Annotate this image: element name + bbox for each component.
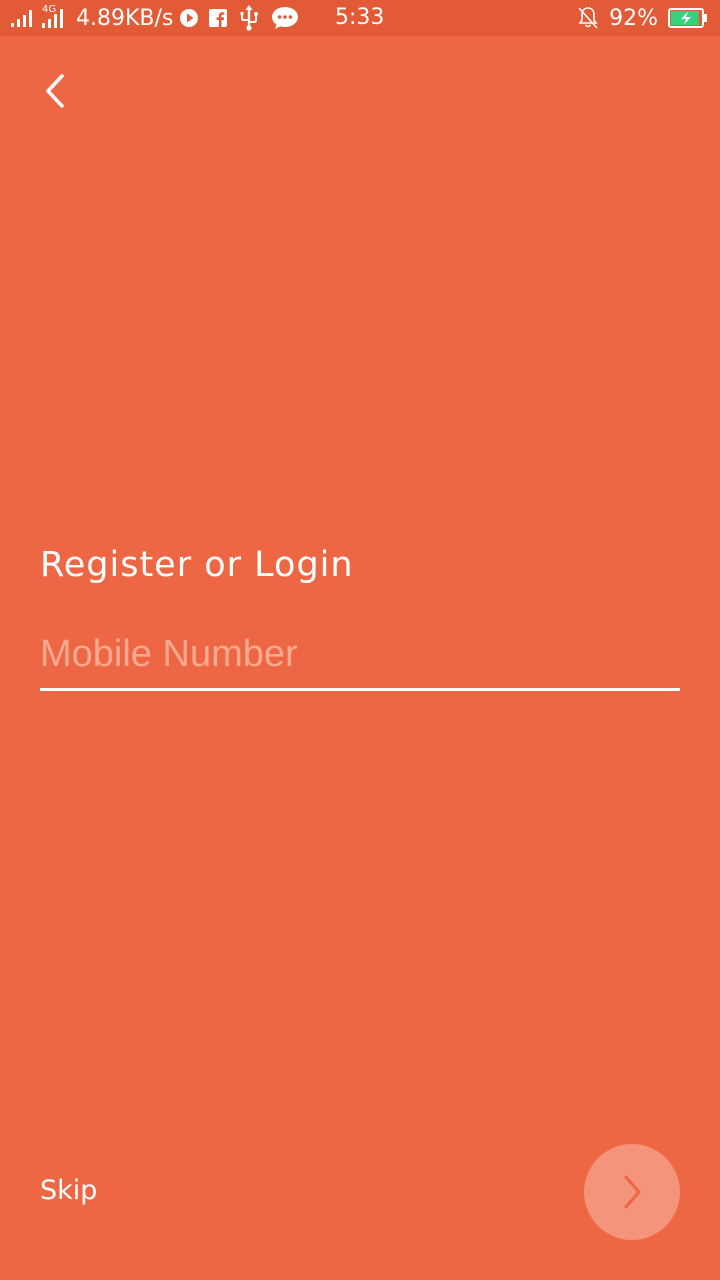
play-icon xyxy=(179,8,199,28)
usb-icon xyxy=(239,5,259,31)
status-bar: 4G 4.89KB/s 5:33 92% xyxy=(0,0,720,36)
facebook-icon xyxy=(209,9,228,27)
bell-off-icon xyxy=(577,6,599,30)
chevron-right-icon xyxy=(621,1174,643,1210)
chat-bubble-icon xyxy=(271,6,299,30)
4g-signal-icon: 4G xyxy=(40,4,70,30)
status-time: 5:33 xyxy=(335,5,385,30)
status-right: 92% xyxy=(577,0,708,36)
chevron-left-icon xyxy=(43,73,67,109)
signal-icon xyxy=(10,8,36,28)
data-speed: 4.89KB/s xyxy=(76,5,174,31)
battery-percent: 92% xyxy=(609,5,658,31)
status-left: 4G 4.89KB/s xyxy=(10,0,299,36)
battery-charging-icon xyxy=(668,8,708,28)
back-button[interactable] xyxy=(30,64,80,118)
mobile-number-input[interactable] xyxy=(40,620,680,691)
next-button[interactable] xyxy=(584,1144,680,1240)
skip-button[interactable]: Skip xyxy=(40,1175,97,1206)
login-screen: 4G 4.89KB/s 5:33 92% Register or Login M… xyxy=(0,0,720,1280)
page-title: Register or Login xyxy=(40,545,354,585)
